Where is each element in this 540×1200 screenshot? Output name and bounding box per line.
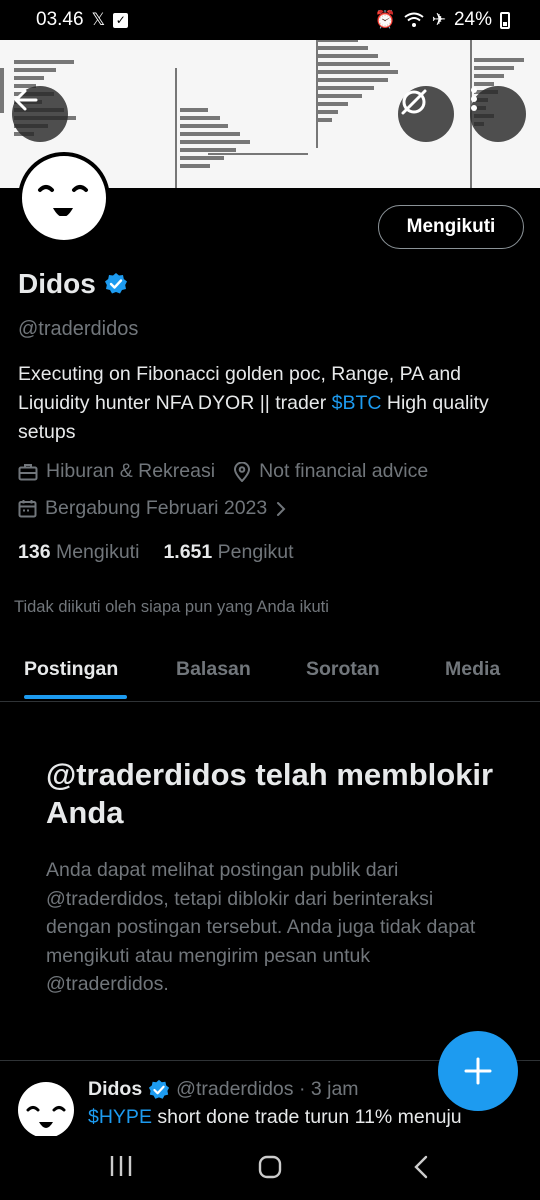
checkbox-notification-icon: ✓ [113, 12, 129, 28]
display-name: Didos [18, 268, 96, 299]
post-cashtag-link[interactable]: $HYPE [88, 1106, 152, 1128]
avatar-face-image [38, 185, 88, 219]
status-time: 03.46 [36, 9, 84, 30]
profile-handle: @traderdidos [18, 318, 139, 340]
profile-category: Hiburan & Rekreasi [18, 460, 215, 483]
back-arrow-icon [14, 89, 38, 111]
tab-balasan[interactable]: Balasan [176, 658, 251, 681]
post-author-name[interactable]: Didos [88, 1078, 142, 1101]
location-pin-icon [234, 461, 251, 482]
profile-bio: Executing on Fibonacci golden poc, Range… [18, 360, 518, 447]
grok-icon [401, 89, 427, 115]
status-bar: 03.46 𝕏 ✓ ⏰ ✈ 24% [0, 0, 540, 40]
home-icon[interactable] [257, 1154, 283, 1180]
profile-meta-row-2[interactable]: Bergabung Februari 2023 [18, 497, 305, 520]
post-text[interactable]: $HYPE short done trade turun 11% menuju [88, 1106, 528, 1134]
following-label: Mengikuti [55, 541, 140, 563]
active-tab-indicator [24, 695, 127, 699]
x-app-notification-icon: 𝕏 [91, 10, 106, 29]
profile-location-label: Not financial advice [259, 460, 429, 482]
system-nav-bar [0, 1136, 540, 1200]
profile-category-label: Hiburan & Rekreasi [46, 460, 216, 482]
bio-cashtag-link[interactable]: $BTC [332, 392, 382, 414]
briefcase-icon [18, 463, 38, 480]
profile-location: Not financial advice [233, 460, 428, 483]
followers-label: Pengikut [217, 541, 294, 563]
alarm-icon: ⏰ [374, 10, 396, 29]
post-avatar-face-image [26, 1106, 66, 1128]
post-verified-badge-icon [149, 1079, 170, 1099]
compose-post-button[interactable] [438, 1031, 518, 1111]
following-button[interactable]: Mengikuti [378, 205, 524, 249]
blocked-title: @traderdidos telah memblokir Anda [46, 757, 494, 830]
followers-count: 1.651 [163, 541, 213, 563]
nav-back-icon[interactable] [412, 1154, 430, 1180]
tab-postingan[interactable]: Postingan [24, 658, 118, 681]
profile-tabs: Postingan Balasan Sorotan Media [0, 640, 540, 702]
profile-avatar[interactable] [18, 152, 110, 244]
post-avatar[interactable] [18, 1082, 74, 1138]
airplane-mode-icon: ✈ [431, 10, 446, 29]
more-options-button[interactable] [470, 86, 526, 142]
recents-icon[interactable] [108, 1154, 134, 1178]
plus-icon [464, 1057, 492, 1085]
profile-meta-row-1: Hiburan & Rekreasi Not financial advice [18, 460, 446, 483]
post-header: Didos @traderdidos · 3 jam [88, 1078, 359, 1101]
wifi-icon [404, 12, 424, 27]
blocked-description: Anda dapat melihat postingan publik dari… [46, 859, 476, 995]
back-button[interactable] [12, 86, 68, 142]
calendar-icon [18, 500, 37, 518]
not-followed-note: Tidak diikuti oleh siapa pun yang Anda i… [14, 598, 329, 616]
grok-button[interactable] [398, 86, 454, 142]
post-text-body: short done trade turun 11% menuju [151, 1106, 462, 1128]
battery-icon [500, 11, 510, 29]
display-name-row: Didos [18, 268, 128, 300]
following-count: 136 [18, 541, 51, 563]
status-right: ⏰ ✈ 24% [375, 9, 510, 31]
more-vertical-icon [471, 87, 477, 111]
chevron-right-icon [277, 501, 286, 516]
battery-percent: 24% [453, 9, 492, 30]
followers-stat[interactable]: 1.651 Pengikut [163, 541, 293, 564]
tab-media[interactable]: Media [445, 658, 500, 681]
following-stat[interactable]: 136 Mengikuti [18, 541, 139, 564]
status-left: 03.46 𝕏 ✓ [36, 9, 129, 31]
follow-stats: 136 Mengikuti 1.651 Pengikut [18, 541, 294, 564]
verified-badge-icon[interactable] [104, 272, 128, 296]
tab-sorotan[interactable]: Sorotan [306, 658, 380, 681]
profile-joined-label: Bergabung Februari 2023 [45, 497, 268, 519]
post-handle-time: @traderdidos · 3 jam [176, 1078, 359, 1100]
profile-joined[interactable]: Bergabung Februari 2023 [18, 497, 287, 520]
